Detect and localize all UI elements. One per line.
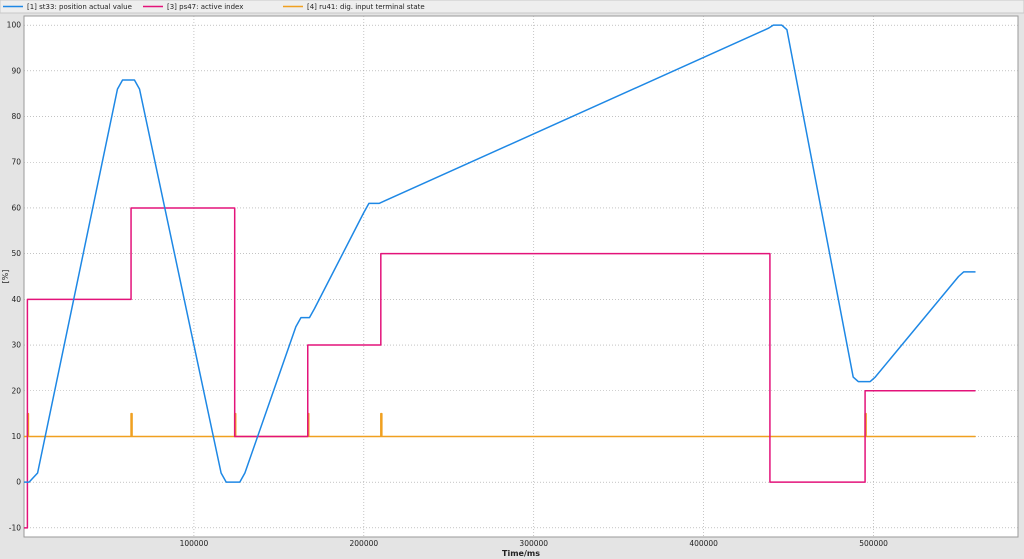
- x-axis-ticks: 100000 200000 300000 400000 500000: [180, 539, 889, 548]
- legend: [1] st33: position actual value [3] ps47:…: [3, 3, 425, 11]
- y-tick-label: 70: [11, 158, 21, 167]
- y-tick-label: 10: [11, 432, 21, 441]
- y-tick-label: 40: [11, 295, 21, 304]
- y-tick-label: 100: [7, 21, 22, 30]
- legend-entry[interactable]: [3] ps47: active index: [167, 3, 243, 11]
- y-axis-label: [%]: [1, 270, 10, 284]
- y-tick-label: 0: [16, 478, 21, 487]
- chart-window: [1] st33: position actual value [3] ps47:…: [0, 0, 1024, 558]
- y-tick-label: 20: [11, 386, 21, 395]
- x-tick-label: 500000: [859, 539, 888, 548]
- legend-entry[interactable]: [1] st33: position actual value: [27, 3, 132, 11]
- x-tick-label: 200000: [350, 539, 379, 548]
- legend-entry[interactable]: [4] ru41: dig. input terminal state: [307, 3, 425, 11]
- y-tick-label: 50: [11, 249, 21, 258]
- plot-area: [23, 15, 1019, 538]
- x-tick-label: 100000: [180, 539, 209, 548]
- y-tick-label: 60: [11, 203, 21, 212]
- x-axis-label: Time/ms: [502, 549, 540, 558]
- y-tick-label: 80: [11, 112, 21, 121]
- y-tick-label: 30: [11, 341, 21, 350]
- y-tick-label: -10: [9, 523, 21, 532]
- x-tick-label: 400000: [689, 539, 718, 548]
- x-tick-label: 300000: [519, 539, 548, 548]
- y-tick-label: 90: [11, 66, 21, 75]
